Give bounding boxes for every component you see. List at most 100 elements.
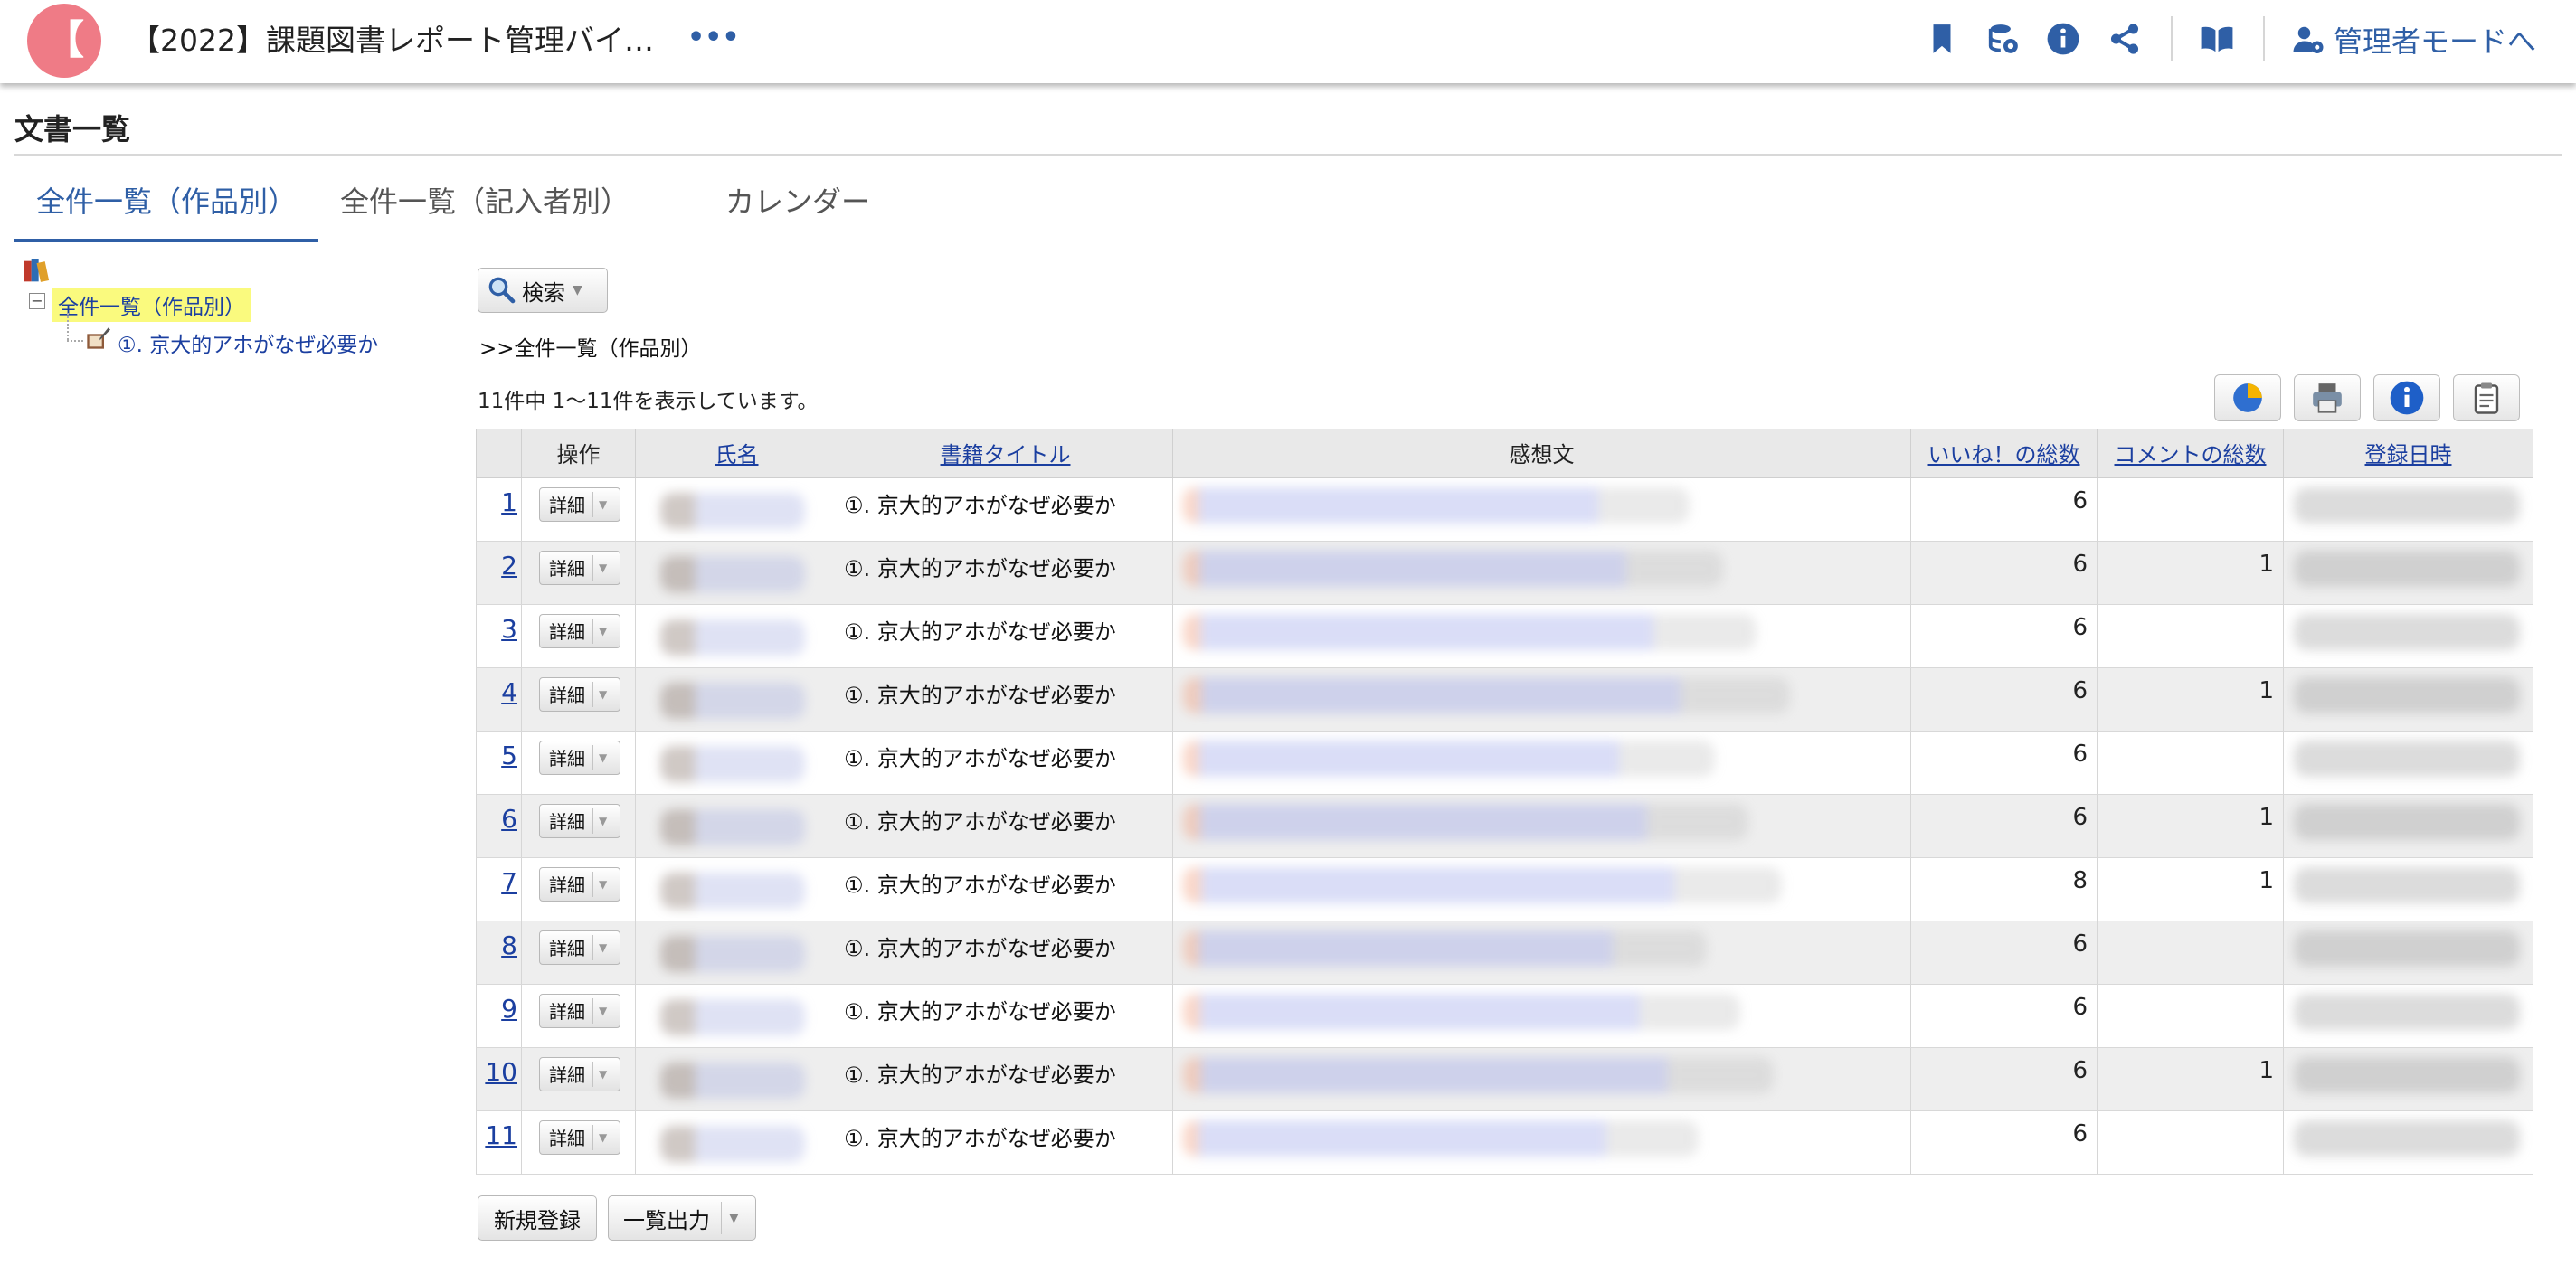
name-cell[interactable] [635, 541, 838, 605]
row-number-link[interactable]: 8 [501, 930, 517, 960]
review-cell[interactable] [1172, 857, 1911, 921]
detail-button[interactable]: 詳細 ▼ [539, 866, 620, 902]
more-menu-button[interactable]: ••• [687, 20, 740, 56]
name-cell[interactable] [635, 731, 838, 795]
redacted-name[interactable] [660, 555, 805, 592]
sort-book-title-link[interactable]: 書籍タイトル [941, 442, 1071, 468]
redacted-name[interactable] [660, 1125, 805, 1162]
review-cell[interactable] [1172, 731, 1911, 795]
redacted-name[interactable] [660, 745, 805, 782]
detail-button[interactable]: 詳細 ▼ [539, 486, 620, 522]
redacted-name[interactable] [660, 492, 805, 529]
sort-comments-link[interactable]: コメントの総数 [2115, 442, 2267, 468]
redacted-review[interactable] [1183, 1056, 1774, 1093]
row-number-link[interactable]: 11 [485, 1120, 517, 1150]
name-cell[interactable] [635, 1047, 838, 1111]
name-cell[interactable] [635, 984, 838, 1048]
row-number-cell[interactable]: 1 [476, 477, 522, 542]
row-number-link[interactable]: 9 [501, 994, 517, 1024]
row-number-link[interactable]: 5 [501, 741, 517, 770]
redacted-name[interactable] [660, 808, 805, 845]
db-settings-icon[interactable] [1986, 22, 2021, 56]
header-name[interactable]: 氏名 [635, 429, 838, 478]
detail-button[interactable]: 詳細 ▼ [539, 1119, 620, 1155]
review-cell[interactable] [1172, 984, 1911, 1048]
row-number-cell[interactable]: 8 [476, 921, 522, 985]
header-likes[interactable]: いいね！の総数 [1910, 429, 2098, 478]
row-number-cell[interactable]: 11 [476, 1110, 522, 1175]
redacted-review[interactable] [1183, 740, 1715, 777]
name-cell[interactable] [635, 1110, 838, 1175]
clipboard-button[interactable] [2453, 374, 2520, 421]
admin-mode-link[interactable]: 管理者モードへ [2292, 18, 2536, 61]
row-number-cell[interactable]: 2 [476, 541, 522, 605]
redacted-review[interactable] [1183, 993, 1740, 1030]
name-cell[interactable] [635, 667, 838, 732]
sort-date-link[interactable]: 登録日時 [2365, 442, 2452, 468]
info-icon[interactable] [2046, 22, 2080, 56]
sort-likes-link[interactable]: いいね！の総数 [1928, 442, 2080, 468]
redacted-review[interactable] [1183, 803, 1748, 840]
export-button[interactable]: 一覧出力 ▼ [608, 1195, 756, 1241]
tab-calendar[interactable]: カレンダー [725, 179, 870, 221]
redacted-name[interactable] [660, 1062, 805, 1099]
info-button[interactable] [2373, 374, 2440, 421]
detail-button[interactable]: 詳細 ▼ [539, 1056, 620, 1091]
new-entry-button[interactable]: 新規登録 [478, 1195, 597, 1241]
detail-button[interactable]: 詳細 ▼ [539, 613, 620, 648]
name-cell[interactable] [635, 857, 838, 921]
redacted-review[interactable] [1183, 613, 1757, 650]
redacted-name[interactable] [660, 998, 805, 1035]
row-number-link[interactable]: 3 [501, 614, 517, 644]
name-cell[interactable] [635, 477, 838, 542]
name-cell[interactable] [635, 794, 838, 858]
redacted-review[interactable] [1183, 930, 1707, 967]
review-cell[interactable] [1172, 604, 1911, 668]
redacted-name[interactable] [660, 872, 805, 909]
name-cell[interactable] [635, 604, 838, 668]
row-number-link[interactable]: 1 [501, 487, 517, 517]
row-number-cell[interactable]: 10 [476, 1047, 522, 1111]
bookmark-icon[interactable] [1925, 22, 1959, 56]
row-number-cell[interactable]: 4 [476, 667, 522, 732]
review-cell[interactable] [1172, 477, 1911, 542]
redacted-review[interactable] [1183, 1119, 1699, 1157]
search-button[interactable]: 検索 ▼ [478, 268, 608, 313]
tab-all-by-writer[interactable]: 全件一覧（記入者別） [340, 179, 630, 221]
row-number-cell[interactable]: 3 [476, 604, 522, 668]
detail-button[interactable]: 詳細 ▼ [539, 930, 620, 965]
redacted-review[interactable] [1183, 866, 1782, 903]
review-cell[interactable] [1172, 541, 1911, 605]
redacted-name[interactable] [660, 935, 805, 972]
detail-button[interactable]: 詳細 ▼ [539, 993, 620, 1028]
row-number-link[interactable]: 7 [501, 867, 517, 897]
chart-button[interactable] [2214, 374, 2281, 421]
tree-node-all-by-work[interactable]: 全件一覧（作品別） [52, 288, 251, 322]
detail-button[interactable]: 詳細 ▼ [539, 676, 620, 712]
header-comments[interactable]: コメントの総数 [2097, 429, 2284, 478]
redacted-name[interactable] [660, 619, 805, 656]
app-logo[interactable]: 【 [27, 4, 101, 78]
redacted-name[interactable] [660, 682, 805, 719]
sort-name-link[interactable]: 氏名 [715, 442, 759, 468]
header-book-title[interactable]: 書籍タイトル [838, 429, 1173, 478]
review-cell[interactable] [1172, 794, 1911, 858]
redacted-review[interactable] [1183, 486, 1690, 524]
tree-node-book[interactable]: ①. 京大的アホがなぜ必要か [118, 327, 378, 358]
review-cell[interactable] [1172, 667, 1911, 732]
review-cell[interactable] [1172, 1047, 1911, 1111]
review-cell[interactable] [1172, 921, 1911, 985]
row-number-cell[interactable]: 5 [476, 731, 522, 795]
redacted-review[interactable] [1183, 676, 1790, 713]
detail-button[interactable]: 詳細 ▼ [539, 803, 620, 838]
share-icon[interactable] [2107, 22, 2142, 56]
header-date[interactable]: 登録日時 [2283, 429, 2533, 478]
row-number-link[interactable]: 6 [501, 804, 517, 834]
row-number-cell[interactable]: 9 [476, 984, 522, 1048]
book-open-icon[interactable] [2200, 22, 2234, 56]
redacted-review[interactable] [1183, 550, 1723, 587]
row-number-cell[interactable]: 6 [476, 794, 522, 858]
print-button[interactable] [2294, 374, 2361, 421]
name-cell[interactable] [635, 921, 838, 985]
detail-button[interactable]: 詳細 ▼ [539, 740, 620, 775]
